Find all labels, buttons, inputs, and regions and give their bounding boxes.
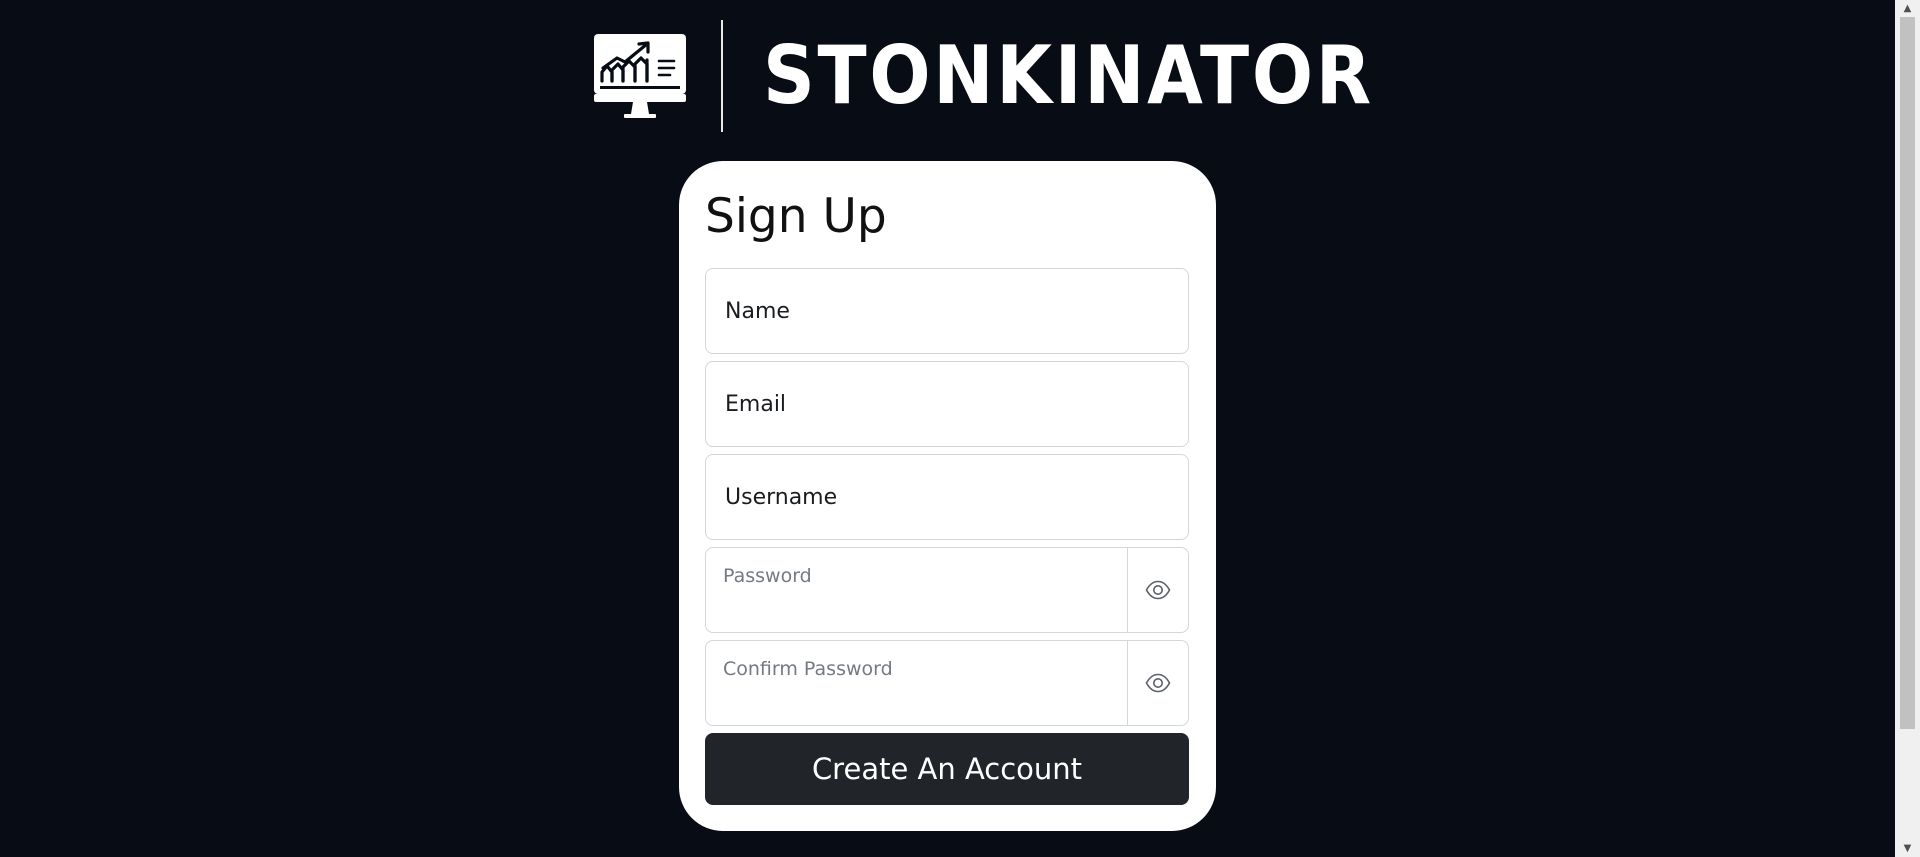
signup-card: Sign Up Password Confirm Pass	[679, 161, 1216, 831]
name-field[interactable]	[706, 269, 1188, 353]
confirm-password-field[interactable]	[706, 641, 1127, 725]
scrollbar-thumb[interactable]	[1900, 17, 1915, 729]
password-visibility-toggle[interactable]	[1128, 548, 1188, 632]
email-field[interactable]	[706, 362, 1188, 446]
signup-page: STONKINATOR Sign Up Password	[0, 0, 1920, 857]
password-field[interactable]	[706, 548, 1127, 632]
email-field-wrapper	[705, 361, 1189, 447]
eye-icon	[1145, 673, 1171, 693]
brand-name: STONKINATOR	[763, 29, 1374, 122]
vertical-scrollbar[interactable]: ▲ ▼	[1895, 0, 1920, 857]
password-input-wrapper: Password	[706, 548, 1128, 632]
username-field-wrapper	[705, 454, 1189, 540]
confirm-password-visibility-toggle[interactable]	[1128, 641, 1188, 725]
confirm-password-input-wrapper: Confirm Password	[706, 641, 1128, 725]
confirm-password-group: Confirm Password	[705, 640, 1189, 726]
scroll-down-arrow-icon[interactable]: ▼	[1895, 840, 1920, 857]
monitor-chart-icon	[594, 34, 686, 118]
scroll-up-arrow-icon[interactable]: ▲	[1895, 0, 1920, 17]
username-field[interactable]	[706, 455, 1188, 539]
page-title: Sign Up	[705, 189, 887, 244]
name-field-wrapper	[705, 268, 1189, 354]
brand-divider	[721, 20, 723, 132]
brand-header: STONKINATOR	[593, 20, 1442, 132]
password-group: Password	[705, 547, 1189, 633]
create-account-button[interactable]: Create An Account	[705, 733, 1189, 805]
eye-icon	[1145, 580, 1171, 600]
